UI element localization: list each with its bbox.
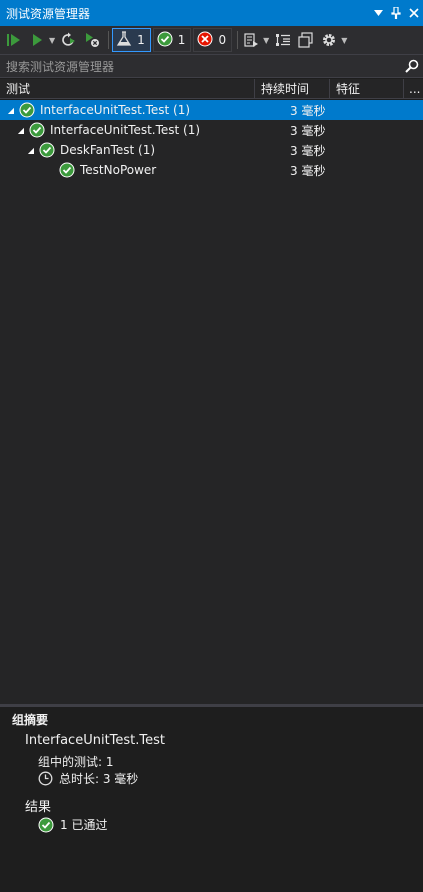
column-header-row: 测试 持续时间 特征 ... xyxy=(0,79,423,99)
passed-icon xyxy=(157,31,173,50)
summary-total-duration: 总时长: 3 毫秒 xyxy=(59,772,139,786)
column-header-test[interactable]: 测试 xyxy=(0,79,255,98)
filter-all-count: 1 xyxy=(137,33,145,47)
playlist-icon[interactable] xyxy=(241,29,261,51)
tree-row[interactable]: ◢ DeskFanTest (1) 3 毫秒 xyxy=(0,140,423,160)
summary-results-label: 结果 xyxy=(25,800,52,815)
summary-panel: 组摘要 InterfaceUnitTest.Test 组中的测试: 1 总时长:… xyxy=(0,707,423,892)
group-by-icon[interactable] xyxy=(273,29,293,51)
search-input[interactable]: 搜索测试资源管理器 xyxy=(6,58,401,75)
tree-row-name: TestNoPower xyxy=(80,163,157,177)
tree-row-duration: 3 毫秒 xyxy=(290,143,326,158)
toolbar: ▼ 1 1 0 ▼ ▼ xyxy=(0,26,423,54)
search-bar[interactable]: 搜索测试资源管理器 xyxy=(0,54,423,78)
filter-failed-tests[interactable]: 0 xyxy=(193,28,233,52)
cancel-icon[interactable] xyxy=(82,29,102,51)
panel-title-bar: 测试资源管理器 xyxy=(0,0,423,26)
passed-icon xyxy=(39,142,55,158)
gear-icon[interactable] xyxy=(319,29,339,51)
panel-title: 测试资源管理器 xyxy=(6,6,91,21)
expand-triangle-icon[interactable]: ◢ xyxy=(6,106,16,115)
filter-passed-tests[interactable]: 1 xyxy=(152,28,192,52)
tree-row[interactable]: ◢ InterfaceUnitTest.Test (1) 3 毫秒 xyxy=(0,100,423,120)
summary-passed-link[interactable]: 1 已通过 xyxy=(60,816,107,833)
column-chooser-button[interactable]: ... xyxy=(404,79,423,98)
summary-passed-line: 1 已通过 xyxy=(38,816,107,833)
tree-row-duration: 3 毫秒 xyxy=(290,123,326,138)
filter-passed-count: 1 xyxy=(177,33,186,47)
playlist-dropdown-icon[interactable]: ▼ xyxy=(263,36,269,45)
summary-group-name: InterfaceUnitTest.Test xyxy=(25,733,165,748)
repeat-run-icon[interactable] xyxy=(59,29,79,51)
summary-tests-in-group: 组中的测试: 1 xyxy=(38,755,114,769)
flask-icon xyxy=(116,30,132,50)
toolbar-separator xyxy=(237,31,239,49)
passed-icon xyxy=(29,122,45,138)
tree-row-duration: 3 毫秒 xyxy=(290,163,326,178)
summary-title: 组摘要 xyxy=(12,713,49,727)
column-header-duration[interactable]: 持续时间 xyxy=(255,79,330,98)
run-all-icon[interactable] xyxy=(4,29,24,51)
run-dropdown-icon[interactable]: ▼ xyxy=(49,36,55,45)
run-icon[interactable] xyxy=(27,29,47,51)
tree-row[interactable]: TestNoPower 3 毫秒 xyxy=(0,160,423,180)
column-header-traits[interactable]: 特征 xyxy=(330,79,404,98)
passed-icon xyxy=(19,102,35,118)
expand-triangle-icon[interactable]: ◢ xyxy=(26,146,36,155)
settings-dropdown-icon[interactable]: ▼ xyxy=(341,36,347,45)
filter-failed-count: 0 xyxy=(218,33,227,47)
tree-row-name: DeskFanTest (1) xyxy=(60,143,156,157)
close-icon[interactable] xyxy=(405,4,423,22)
tree-row-name: InterfaceUnitTest.Test (1) xyxy=(50,123,201,137)
passed-icon xyxy=(59,162,75,178)
pin-icon[interactable] xyxy=(387,4,405,22)
search-icon[interactable] xyxy=(401,59,423,73)
summary-duration-line: 总时长: 3 毫秒 xyxy=(38,770,138,787)
chevron-down-icon[interactable] xyxy=(369,4,387,22)
tree-row-name: InterfaceUnitTest.Test (1) xyxy=(40,103,191,117)
expand-triangle-icon[interactable]: ◢ xyxy=(16,126,26,135)
toolbar-separator xyxy=(108,31,110,49)
test-tree: ◢ InterfaceUnitTest.Test (1) 3 毫秒 ◢ Inte… xyxy=(0,100,423,705)
tree-row[interactable]: ◢ InterfaceUnitTest.Test (1) 3 毫秒 xyxy=(0,120,423,140)
tree-row-duration: 3 毫秒 xyxy=(290,103,326,118)
filter-all-tests[interactable]: 1 xyxy=(112,28,151,52)
failed-icon xyxy=(197,31,213,50)
clock-icon xyxy=(38,771,53,786)
passed-icon xyxy=(38,817,54,833)
columns-icon[interactable] xyxy=(296,29,316,51)
